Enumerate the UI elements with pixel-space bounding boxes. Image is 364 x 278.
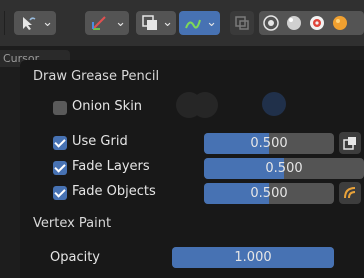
overlay-icon <box>142 15 157 30</box>
camera-icon <box>262 92 286 116</box>
shading-solid-icon[interactable] <box>285 14 303 32</box>
chevron-down-icon: ⌄ <box>42 15 53 30</box>
shading-rendered-icon[interactable] <box>331 14 349 32</box>
use-grid-checkbox[interactable] <box>53 136 67 150</box>
fade-objects-slider[interactable]: 0.500 <box>204 183 334 204</box>
shading-material-icon[interactable] <box>308 14 326 32</box>
fade-objects-label: Fade Objects <box>72 184 156 199</box>
vertex-paint-heading: Vertex Paint <box>33 216 112 231</box>
fade-layers-checkbox[interactable] <box>53 161 67 175</box>
grid-mode-icon[interactable] <box>339 132 361 154</box>
toggle-xray-icon <box>235 16 249 30</box>
viewport-shading-group <box>259 11 364 35</box>
zoom-icon <box>192 92 218 118</box>
opacity-label: Opacity <box>50 250 101 265</box>
toggle-xray-button[interactable] <box>230 11 254 35</box>
use-grid-value: 0.500 <box>250 136 288 151</box>
chevron-down-icon: ⌄ <box>115 15 126 30</box>
fade-objects-checkbox[interactable] <box>53 186 67 200</box>
opacity-value: 1.000 <box>234 250 272 265</box>
fade-layers-label: Fade Layers <box>72 159 150 174</box>
transform-gizmo-dropdown[interactable]: ⌄ <box>85 11 129 35</box>
overlay-dropdown[interactable]: ⌄ <box>136 11 176 35</box>
fade-layers-slider[interactable]: 0.500 <box>204 158 364 179</box>
viewport-header-toolbar: ⌄ ⌄ ⌄ ⌄ <box>0 0 364 46</box>
chevron-down-icon: ⌄ <box>162 15 173 30</box>
use-grid-label: Use Grid <box>72 134 128 149</box>
toolbar-separator <box>4 11 5 35</box>
fade-objects-mode-icon[interactable] <box>339 182 361 204</box>
draw-grease-pencil-heading: Draw Grease Pencil <box>33 69 160 84</box>
onion-skin-checkbox[interactable] <box>53 101 67 115</box>
draw-pointer-dropdown[interactable]: ⌄ <box>14 11 56 35</box>
stroke-placement-icon <box>185 19 201 29</box>
use-grid-slider[interactable]: 0.500 <box>204 133 334 154</box>
fade-layers-value: 0.500 <box>265 161 303 176</box>
draw-pointer-icon <box>23 17 36 30</box>
fade-objects-value: 0.500 <box>250 186 288 201</box>
opacity-slider[interactable]: 1.000 <box>172 247 334 268</box>
onion-skin-label: Onion Skin <box>72 99 143 114</box>
chevron-down-icon: ⌄ <box>206 15 217 30</box>
transform-gizmo-icon <box>92 16 106 30</box>
stroke-placement-dropdown[interactable]: ⌄ <box>179 11 220 35</box>
shading-wireframe-icon[interactable] <box>262 14 280 32</box>
